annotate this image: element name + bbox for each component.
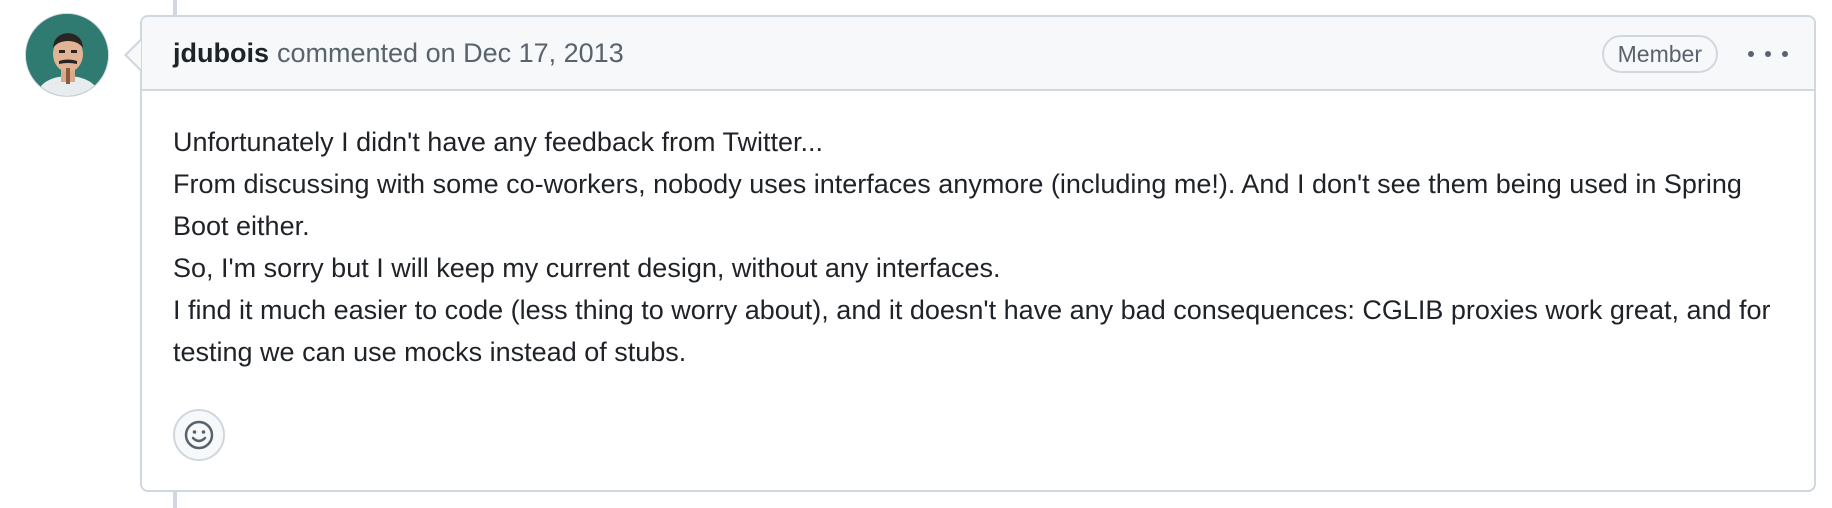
comment-paragraph: Unfortunately I didn't have any feedback… <box>173 127 824 157</box>
kebab-horizontal-icon[interactable] <box>1748 42 1788 66</box>
comment-body: Unfortunately I didn't have any feedback… <box>142 91 1814 373</box>
comment-card: jdubois commented on Dec 17, 2013 Member… <box>140 15 1816 492</box>
comment-paragraph: I find it much easier to code (less thin… <box>173 295 1771 367</box>
avatar[interactable] <box>25 13 109 97</box>
add-reaction-button[interactable] <box>173 409 225 461</box>
avatar-image <box>26 14 108 96</box>
member-badge: Member <box>1601 35 1718 73</box>
comment-pointer-fill <box>127 41 141 69</box>
smiley-icon <box>184 420 214 450</box>
comment-paragraph: So, I'm sorry but I will keep my current… <box>173 253 1001 283</box>
comment-timestamp[interactable]: commented on Dec 17, 2013 <box>277 38 624 69</box>
comment-header: jdubois commented on Dec 17, 2013 Member <box>142 17 1814 91</box>
author-link[interactable]: jdubois <box>173 38 269 69</box>
comment-paragraph: From discussing with some co-workers, no… <box>173 169 1742 241</box>
